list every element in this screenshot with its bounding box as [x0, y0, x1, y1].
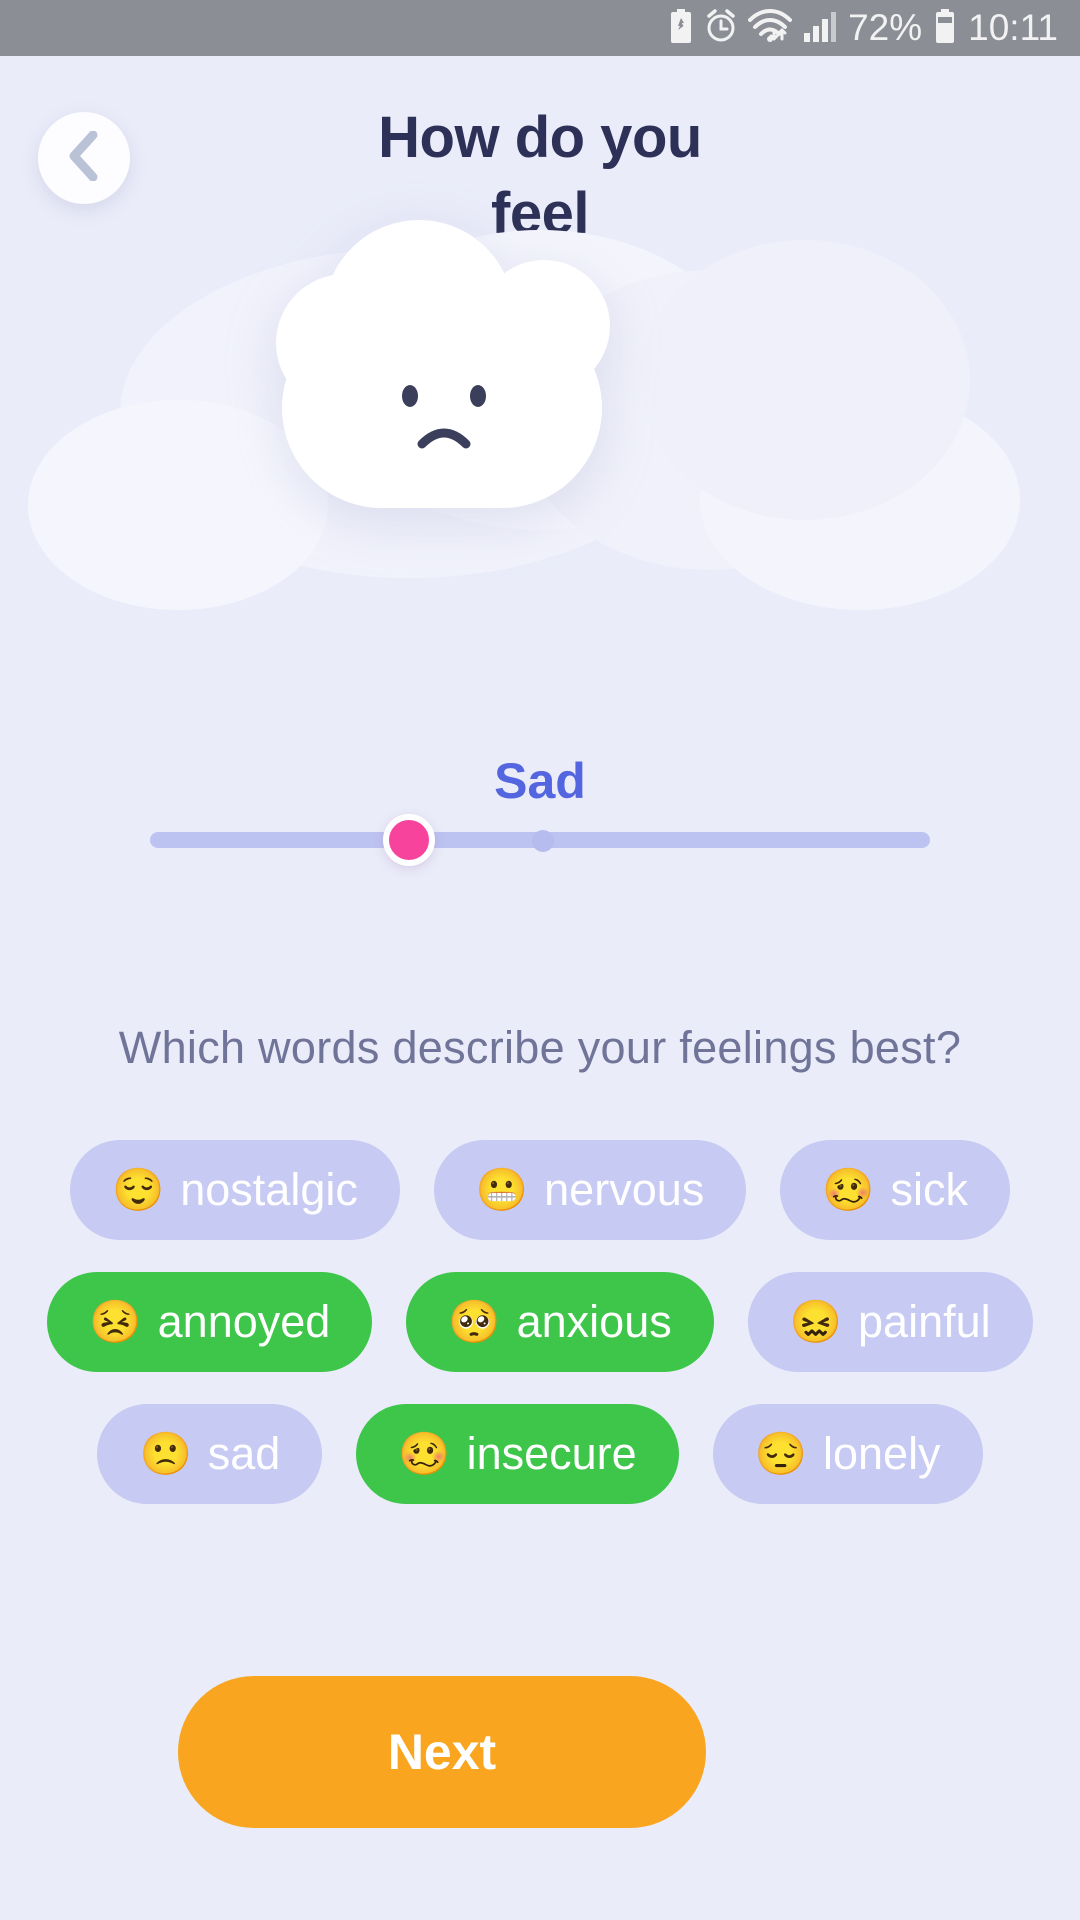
- woozy-face-emoji: 🥴: [822, 1166, 875, 1213]
- feelings-chip-row: 😌 nostalgic 😬 nervous 🥴 sick: [0, 1140, 1080, 1240]
- battery-saver-icon: [668, 8, 694, 48]
- feeling-chip-painful[interactable]: 😖 painful: [747, 1272, 1033, 1372]
- feeling-chip-label: painful: [858, 1296, 991, 1347]
- feeling-chip-nostalgic[interactable]: 😌 nostalgic: [69, 1140, 400, 1240]
- feeling-chip-anxious[interactable]: 🥺 anxious: [406, 1272, 714, 1372]
- feeling-chip-label: insecure: [466, 1428, 637, 1479]
- cloud-sad-face: [402, 385, 486, 449]
- feelings-question: Which words describe your feelings best?: [118, 1022, 962, 1073]
- woozy-face-emoji: 🥴: [398, 1430, 451, 1477]
- feeling-chip-label: nostalgic: [180, 1164, 358, 1215]
- battery-percent-label: 72%: [848, 7, 923, 48]
- feeling-chip-label: sad: [207, 1428, 281, 1479]
- feeling-chip-sad[interactable]: 🙁 sad: [97, 1404, 323, 1504]
- feelings-chip-row: 🙁 sad 🥴 insecure 😔 lonely: [0, 1404, 1080, 1504]
- mood-slider-thumb[interactable]: [383, 814, 435, 866]
- grimacing-face-emoji: 😬: [475, 1166, 529, 1213]
- slightly-frowning-face-emoji: 🙁: [139, 1430, 192, 1477]
- wifi-icon: [748, 8, 793, 48]
- feeling-chip-label: nervous: [544, 1164, 705, 1215]
- feeling-chip-label: anxious: [516, 1296, 672, 1347]
- cloud-character: [276, 220, 610, 508]
- battery-icon: [933, 8, 957, 48]
- alarm-icon: [705, 8, 737, 48]
- feeling-chip-label: lonely: [822, 1428, 941, 1479]
- status-bar: 72% 10:11: [0, 0, 1080, 56]
- background-cloud-blob: [640, 240, 970, 520]
- feeling-chip-label: annoyed: [157, 1296, 331, 1347]
- feeling-chip-insecure[interactable]: 🥴 insecure: [356, 1404, 679, 1504]
- feelings-chip-row: 😣 annoyed 🥺 anxious 😖 painful: [0, 1272, 1080, 1372]
- signal-icon: [803, 9, 837, 48]
- page-title-line1: How do you: [378, 105, 702, 170]
- feelings-chip-list: 😌 nostalgic 😬 nervous 🥴 sick 😣 annoyed 🥺…: [0, 1140, 1080, 1536]
- pleading-face-emoji: 🥺: [448, 1298, 501, 1345]
- feeling-chip-sick[interactable]: 🥴 sick: [780, 1140, 1011, 1240]
- mood-slider-tick: [532, 830, 554, 852]
- sad-cloud-illustration: [0, 220, 1080, 650]
- persevering-face-emoji: 😣: [89, 1298, 142, 1345]
- relieved-face-emoji: 😌: [111, 1166, 165, 1213]
- feeling-chip-annoyed[interactable]: 😣 annoyed: [47, 1272, 373, 1372]
- feeling-chip-lonely[interactable]: 😔 lonely: [712, 1404, 983, 1504]
- mood-slider[interactable]: [0, 814, 1080, 866]
- next-button[interactable]: Next: [178, 1676, 706, 1828]
- confounded-face-emoji: 😖: [789, 1298, 843, 1345]
- pensive-face-emoji: 😔: [754, 1430, 807, 1477]
- feeling-chip-nervous[interactable]: 😬 nervous: [433, 1140, 747, 1240]
- mood-tracker-screen: 72% 10:11 How do you feel Sad Which word…: [0, 0, 1080, 1920]
- clock-label: 10:11: [968, 7, 1058, 48]
- mood-label: Sad: [494, 753, 586, 809]
- feeling-chip-label: sick: [890, 1164, 969, 1215]
